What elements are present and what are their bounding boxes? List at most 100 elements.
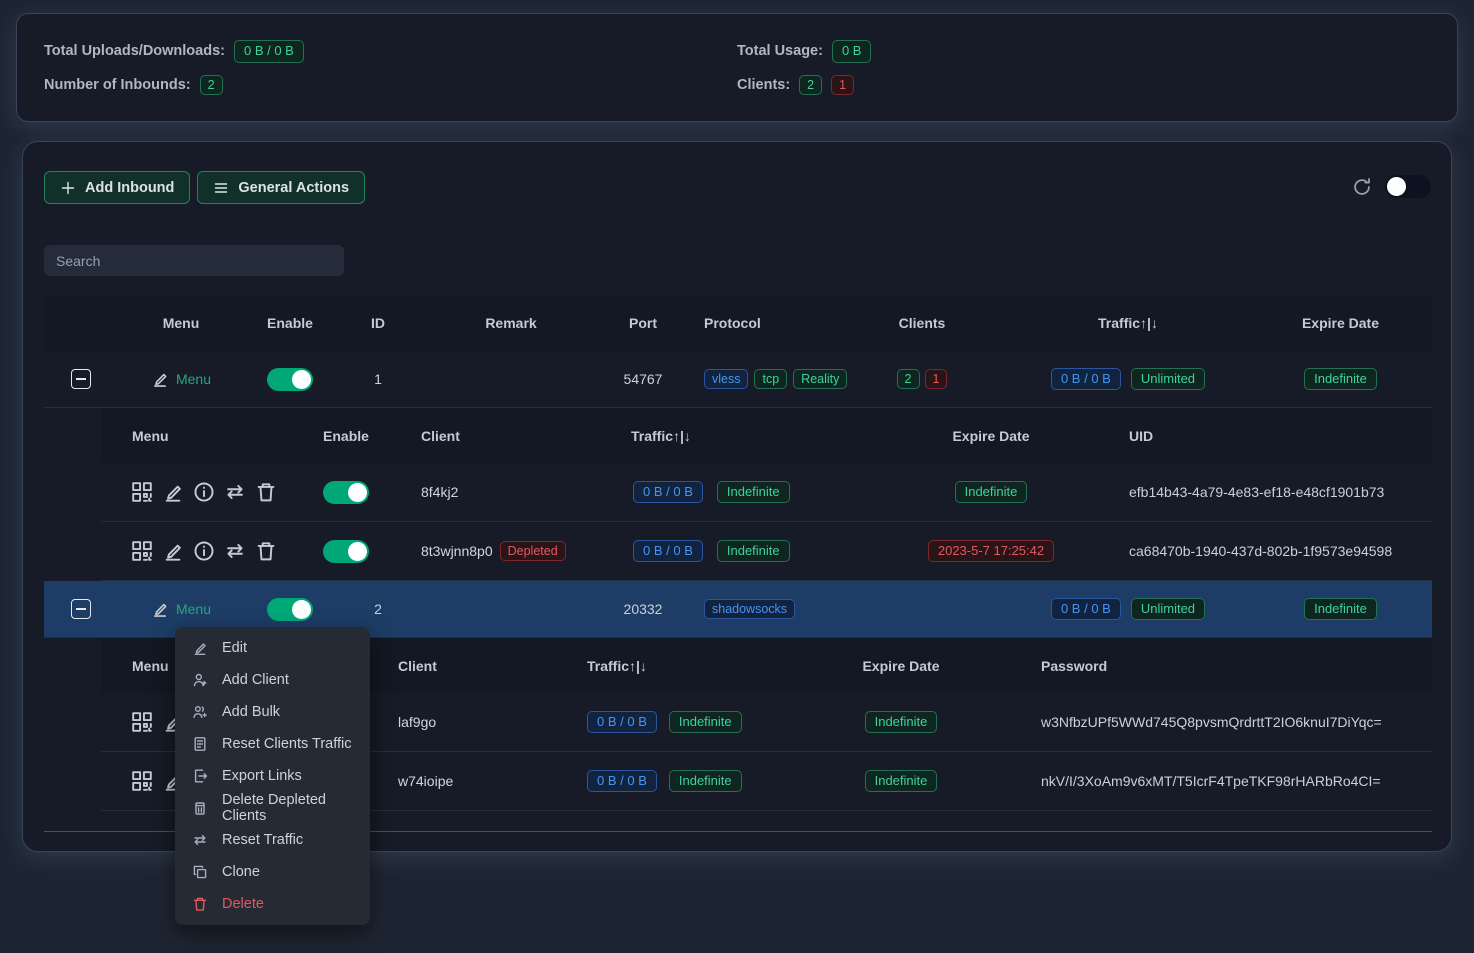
total-usage-label: Total Usage: [737,43,823,59]
client-name: w74ioipe [391,752,581,810]
plus-icon [60,180,76,196]
menu-item-label: Edit [222,640,247,656]
header-menu: Menu [118,295,244,351]
general-actions-label: General Actions [238,180,349,196]
header-enable: Enable [244,295,336,351]
collapse-row-button[interactable] [71,369,91,389]
edit-pencil-icon[interactable] [162,481,184,503]
inbound-port: 54767 [602,351,684,407]
qr-code-icon[interactable] [131,540,153,562]
menu-item-add-bulk[interactable]: Add Bulk [175,696,370,728]
client-name: laf9go [391,693,581,751]
row-menu-button[interactable]: Menu [151,370,211,388]
header-remark: Remark [420,295,602,351]
header-client: Client [391,408,621,463]
menu-item-reset-traffic[interactable]: Reset Traffic [175,824,370,856]
inbound-1-clients-table: Menu Enable Client Traffic↑|↓ Expire Dat… [101,408,1432,581]
row-menu-button[interactable]: Menu [151,600,211,618]
reset-traffic-icon[interactable] [224,540,246,562]
number-of-inbounds-value: 2 [200,75,223,95]
depleted-badge: Depleted [500,541,566,561]
menu-item-label: Add Bulk [222,704,280,720]
add-client-icon [192,672,208,688]
traffic-limit-badge: Unlimited [1131,368,1205,391]
general-actions-button[interactable]: General Actions [197,171,365,204]
menu-item-add-client[interactable]: Add Client [175,664,370,696]
menu-item-label: Add Client [222,672,289,688]
header-expire-date: Expire Date [761,638,1041,693]
menu-item-edit[interactable]: Edit [175,632,370,664]
reset-traffic-icon [192,832,208,848]
inbound-context-menu: Edit Add Client Add Bulk Reset Clients T… [175,627,370,925]
clients-depleted-count: 1 [831,75,854,95]
menu-item-label: Reset Traffic [222,832,303,848]
menu-item-reset-clients-traffic[interactable]: Reset Clients Traffic [175,728,370,760]
traffic-limit-badge: Indefinite [717,481,790,504]
traffic-limit-badge: Unlimited [1131,598,1205,621]
qr-code-icon[interactable] [131,770,153,792]
enable-toggle[interactable] [267,598,313,621]
protocol-badge: vless [704,369,748,389]
header-protocol: Protocol [684,295,837,351]
add-bulk-icon [192,704,208,720]
add-inbound-label: Add Inbound [85,180,174,196]
client-row: 8f4kj2 0 B / 0 B Indefinite Indefinite e… [101,463,1432,522]
client-uid: efb14b43-4a79-4e83-ef18-e48cf1901b73 [1111,463,1432,521]
client-password: nkV/I/3XoAm9v6xMT/T5IcrF4TpeTKF98rHARbRo… [1041,752,1432,810]
qr-code-icon[interactable] [131,481,153,503]
client-name: 8t3wjnn8p0 [421,543,493,559]
header-enable: Enable [301,408,391,463]
delete-icon[interactable] [255,540,277,562]
reset-traffic-icon[interactable] [224,481,246,503]
reset-clients-traffic-icon [192,736,208,752]
header-traffic[interactable]: Traffic↑|↓ [621,408,871,463]
protocol-badge: shadowsocks [704,599,795,619]
edit-pencil-icon [151,370,169,388]
clients-active-badge: 2 [897,369,920,389]
qr-code-icon[interactable] [131,711,153,733]
collapse-row-button[interactable] [71,599,91,619]
traffic-badge: 0 B / 0 B [587,711,657,734]
traffic-badge: 0 B / 0 B [633,481,703,504]
enable-toggle[interactable] [323,481,369,504]
menu-item-export-links[interactable]: Export Links [175,760,370,792]
edit-icon [192,640,208,656]
header-password: Password [1041,638,1432,693]
header-clients: Clients [837,295,1007,351]
client-name: 8f4kj2 [391,463,621,521]
info-icon[interactable] [193,540,215,562]
traffic-badge: 0 B / 0 B [633,540,703,563]
header-traffic[interactable]: Traffic↑|↓ [1007,295,1249,351]
enable-toggle[interactable] [323,540,369,563]
inbound-remark [420,351,602,407]
search-input[interactable] [44,245,344,276]
theme-toggle[interactable] [1385,175,1431,198]
traffic-limit-badge: Indefinite [717,540,790,563]
clients-depleted-badge: 1 [925,369,948,389]
inbounds-table-header: Menu Enable ID Remark Port Protocol Clie… [44,295,1432,351]
enable-toggle[interactable] [267,368,313,391]
client-uid: ca68470b-1940-437d-802b-1f9573e94598 [1111,522,1432,580]
traffic-limit-badge: Indefinite [669,711,742,734]
header-expire-date: Expire Date [1249,295,1432,351]
menu-item-clone[interactable]: Clone [175,856,370,888]
menu-item-label: Delete Depleted Clients [222,792,353,824]
menu-item-delete[interactable]: Delete [175,888,370,920]
inbound-row-1: Menu 1 54767 vless tcp Reality 2 1 0 B /… [44,351,1432,408]
traffic-limit-badge: Indefinite [669,770,742,793]
edit-pencil-icon[interactable] [162,540,184,562]
expire-badge: Indefinite [1304,598,1377,621]
header-traffic[interactable]: Traffic↑|↓ [581,638,761,693]
delete-icon[interactable] [255,481,277,503]
refresh-icon[interactable] [1352,177,1372,197]
inbound-port: 20332 [602,581,684,637]
transport-badge: tcp [754,369,787,389]
hamburger-icon [213,180,229,196]
info-icon[interactable] [193,481,215,503]
total-usage-value: 0 B [832,40,872,63]
number-of-inbounds-label: Number of Inbounds: [44,77,191,93]
traffic-badge: 0 B / 0 B [1051,368,1121,391]
add-inbound-button[interactable]: Add Inbound [44,171,190,204]
header-client: Client [391,638,581,693]
menu-item-delete-depleted-clients[interactable]: Delete Depleted Clients [175,792,370,824]
